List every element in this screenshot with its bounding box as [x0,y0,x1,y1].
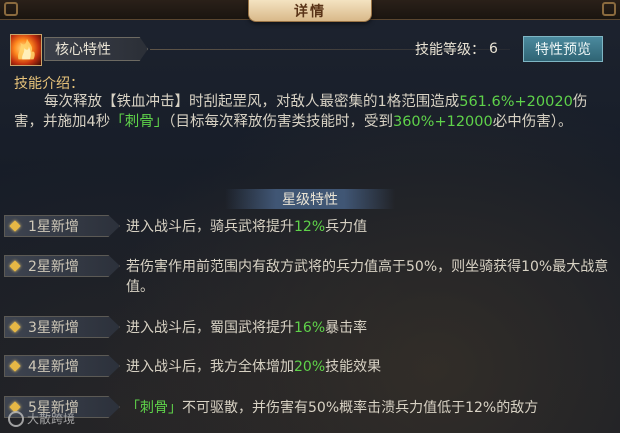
star-desc-text: 进入战斗后，蜀国武将提升 [126,320,294,336]
star-desc: 进入战斗后，骑兵武将提升12%兵力值 [126,217,612,237]
skill-intro-text: 每次释放【铁血冲击】时刮起罡风，对敌人最密集的1格范围造成561.6%+2002… [14,92,610,132]
frame-ornament-left [4,2,18,16]
trait-preview-button[interactable]: 特性预览 [523,36,603,62]
flame-skill-icon [10,34,42,66]
star-desc-suffix: 兵力值 [325,219,368,235]
intro-status-cigu: 「刺骨」 [110,114,169,130]
star-desc-suffix: 技能效果 [325,359,382,375]
skill-intro-title: 技能介绍： [14,76,84,92]
star-desc-text: 进入战斗后，我方全体增加 [126,359,294,375]
watermark-logo-icon [8,410,24,427]
star-traits-header: 星级特性 [225,189,395,209]
star-label: 3星新增 [28,320,79,336]
star-desc-text: 若伤害作用前范围内有敌方武将的兵力值高于50%，则坐骑获得10%最大战意值。 [126,259,609,295]
window-title-tab: 详情 [248,0,372,22]
star-desc-value: 20% [294,359,326,375]
intro-text-1: 每次释放【铁血冲击】时刮起罡风，对敌人最密集的1格范围造成 [44,94,460,110]
star-desc: 进入战斗后，我方全体增加20%技能效果 [126,357,612,377]
intro-text-3: （目标每次释放伤害类技能时，受到 [168,114,393,130]
watermark-text: 大散跨境 [27,412,76,426]
star-pill-1: 1星新增 [4,215,120,237]
star-pill-3: 3星新增 [4,316,120,338]
star-desc-text: 进入战斗后，骑兵武将提升 [126,219,294,235]
star-desc-suffix: 暴击率 [325,320,368,336]
star-diamond-icon [9,360,21,372]
frame-ornament-right [602,2,616,16]
star-desc-value: 「刺骨」 [126,400,182,416]
star-label: 2星新增 [28,259,79,275]
intro-text-4: 必中伤害）。 [492,114,573,130]
core-trait-label: 核心特性 [55,42,111,58]
skill-level: 技能等级： 6 [415,38,498,60]
star-pill-2: 2星新增 [4,255,120,277]
window-title: 详情 [294,3,326,20]
star-traits-title: 星级特性 [282,192,338,208]
star-desc-suffix: 不可驱散，并伤害有50%概率击溃兵力值低于12%的敌方 [182,400,539,416]
star-diamond-icon [9,260,21,272]
star-label: 4星新增 [28,359,79,375]
star-desc: 进入战斗后，蜀国武将提升16%暴击率 [126,318,612,338]
intro-value-damage: 561.6%+20020 [459,94,573,110]
intro-value-true-damage: 360%+12000 [392,114,493,130]
skill-level-label: 技能等级： [415,42,485,58]
star-pill-4: 4星新增 [4,355,120,377]
star-desc: 若伤害作用前范围内有敌方武将的兵力值高于50%，则坐骑获得10%最大战意值。 [126,257,612,297]
star-diamond-icon [9,220,21,232]
star-diamond-icon [9,321,21,333]
star-label: 1星新增 [28,219,79,235]
star-desc: 「刺骨」不可驱散，并伤害有50%概率击溃兵力值低于12%的敌方 [126,398,612,418]
star-desc-value: 12% [294,219,326,235]
core-trait-tag: 核心特性 [44,37,148,61]
skill-level-value: 6 [489,41,498,57]
watermark: 大散跨境 [8,410,75,427]
star-desc-value: 16% [294,320,326,336]
